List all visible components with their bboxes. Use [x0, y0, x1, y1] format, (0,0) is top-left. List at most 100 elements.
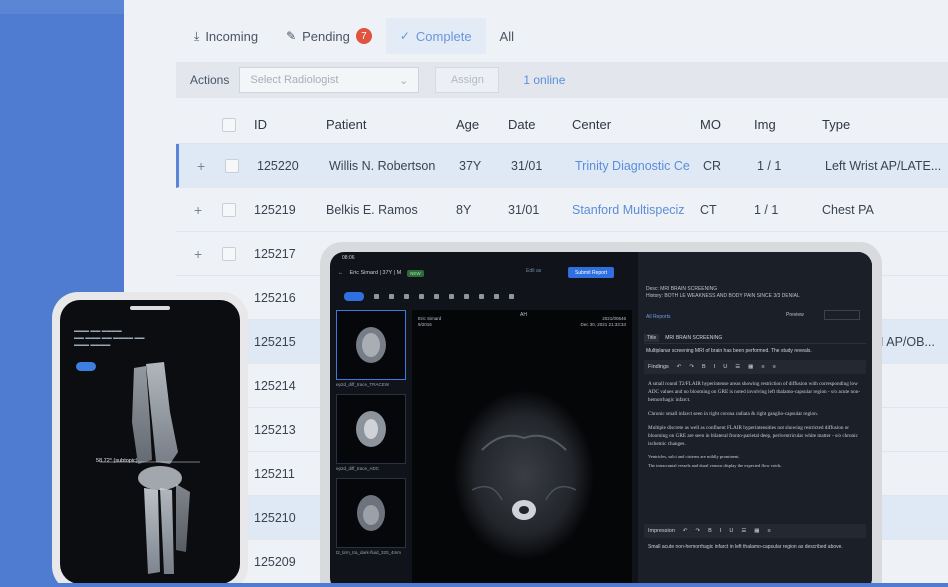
zoom-tool-icon[interactable]	[389, 293, 394, 299]
align-left-icon[interactable]: ≡	[761, 364, 764, 370]
row-checkbox[interactable]	[222, 246, 236, 261]
col-age[interactable]: Age	[456, 117, 479, 132]
row-patient: Belkis E. Ramos	[326, 202, 418, 217]
phone-notch	[130, 306, 170, 310]
impression-label: Impression	[648, 528, 675, 534]
col-type[interactable]: Type	[822, 117, 850, 132]
report-title-row: Title MRI BRAIN SCREENING	[644, 332, 866, 344]
assign-button[interactable]: Assign	[435, 67, 500, 93]
brain-thumbnail-image	[356, 327, 386, 363]
italic-icon[interactable]: I	[714, 364, 716, 370]
reset-tool-icon[interactable]	[479, 293, 484, 299]
online-count[interactable]: 1 online	[523, 73, 565, 87]
series-tool-icon[interactable]	[344, 291, 364, 301]
row-id: 125209	[254, 554, 296, 569]
row-center-link[interactable]: Stanford Multispeciz	[572, 203, 692, 217]
list-icon[interactable]: ☰	[735, 364, 740, 370]
title-value-input[interactable]: MRI BRAIN SCREENING	[665, 335, 722, 341]
pending-count-badge: 7	[355, 28, 372, 44]
row-id: 125216	[254, 290, 296, 305]
table-row[interactable]: + 125220 Willis N. Robertson 37Y 31/01 T…	[176, 144, 948, 188]
tab-complete[interactable]: ✓ Complete	[385, 18, 486, 54]
radiologist-select[interactable]: Select Radiologist ⌄	[239, 67, 420, 93]
title-label: Title	[644, 333, 660, 342]
tab-complete-label: Complete	[415, 28, 472, 44]
series-thumbnail[interactable]	[336, 478, 406, 548]
rotate-tool-icon[interactable]	[464, 293, 469, 299]
row-center-link[interactable]: Trinity Diagnostic Ce	[575, 159, 695, 173]
findings-paragraph: Ventricles, sulci and cisterns are mildl…	[648, 454, 740, 459]
grid-tool-icon[interactable]	[374, 293, 379, 299]
series-thumbnails: ep2d_diff_trace_TRACEW ep2d_diff_trace_A…	[336, 310, 408, 587]
actions-bar: Actions Select Radiologist ⌄ Assign 1 on…	[176, 62, 948, 98]
redo-icon[interactable]: ↷	[689, 364, 694, 370]
tab-pending[interactable]: ✎ Pending 7	[272, 18, 386, 54]
radiologist-select-placeholder: Select Radiologist	[250, 74, 339, 86]
table-icon[interactable]: ▦	[748, 364, 753, 370]
report-summary[interactable]: Multiplanar screening MRI of brain has b…	[646, 348, 864, 354]
row-checkbox[interactable]	[222, 202, 236, 217]
bold-icon[interactable]: B	[708, 528, 712, 534]
report-panel: Desc: MRI BRAIN SCREENING History: BOTH …	[638, 252, 872, 587]
select-all-checkbox[interactable]	[222, 117, 236, 132]
bold-icon[interactable]: B	[702, 364, 706, 370]
edit-link[interactable]: Edit as	[526, 268, 541, 274]
list-icon[interactable]: ☰	[741, 528, 746, 534]
contrast-tool-icon[interactable]	[404, 293, 409, 299]
row-id: 125215	[254, 334, 296, 349]
study-description: Desc: MRI BRAIN SCREENING	[646, 286, 718, 292]
row-img: 1 / 1	[757, 158, 782, 173]
col-img[interactable]: Img	[754, 117, 776, 132]
submit-report-button[interactable]: Submit Report	[568, 267, 614, 278]
expand-icon[interactable]: +	[194, 246, 202, 262]
impression-text[interactable]: Small acute non-hemorrhagic infarct in l…	[648, 544, 862, 551]
series-thumbnail[interactable]	[336, 310, 406, 380]
row-date: 31/01	[508, 202, 540, 217]
col-id[interactable]: ID	[254, 117, 267, 132]
col-date[interactable]: Date	[508, 117, 535, 132]
length-tool-icon[interactable]	[434, 293, 439, 299]
findings-label: Findings	[648, 364, 669, 370]
italic-icon[interactable]: I	[720, 528, 722, 534]
col-patient[interactable]: Patient	[326, 117, 366, 132]
invert-tool-icon[interactable]	[494, 293, 499, 299]
findings-paragraph: The intracranial vessels and dural venou…	[648, 463, 782, 468]
all-reports-link[interactable]: All Reports	[646, 314, 670, 320]
align-left-icon[interactable]: ≡	[767, 528, 770, 534]
undo-icon[interactable]: ↶	[677, 364, 682, 370]
row-checkbox[interactable]	[225, 158, 239, 173]
findings-text[interactable]: A small round T2/FLAIR hyperintense area…	[648, 380, 862, 475]
redo-icon[interactable]: ↷	[696, 528, 701, 534]
table-header: ID Patient Age Date Center MO Img Type	[176, 106, 948, 144]
undo-icon[interactable]: ↶	[683, 528, 688, 534]
expand-icon[interactable]: +	[194, 202, 202, 218]
tab-all[interactable]: All	[486, 18, 528, 54]
report-action-button[interactable]	[824, 310, 860, 320]
brain-mri-image	[454, 390, 594, 560]
tab-incoming[interactable]: ⤓ Incoming	[180, 18, 272, 54]
pan-tool-icon[interactable]	[419, 293, 424, 299]
col-mo[interactable]: MO	[700, 117, 721, 132]
series-caption: ep2d_diff_trace_ADC	[336, 466, 379, 471]
row-id: 125220	[257, 158, 299, 173]
expand-icon[interactable]: +	[197, 158, 205, 174]
align-center-icon[interactable]: ≡	[773, 364, 776, 370]
table-icon[interactable]: ▦	[754, 528, 759, 534]
phone-screen: ▬▬▬ ▬▬ ▬▬▬▬ ▬▬ ▬▬▬ ▬▬ ▬▬▬▬ ▬▬ ▬▬▬ ▬▬▬▬ 58.…	[60, 300, 240, 584]
preview-label[interactable]: Preview	[786, 312, 804, 318]
angle-tool-icon[interactable]	[449, 293, 454, 299]
underline-icon[interactable]: U	[723, 364, 727, 370]
underline-icon[interactable]: U	[729, 528, 733, 534]
row-age: 8Y	[456, 202, 472, 217]
image-viewer[interactable]: Eric Simard 9/2016 AH 2021/00646 Dec 30,…	[412, 310, 632, 587]
row-patient: Willis N. Robertson	[329, 158, 436, 173]
row-id: 125217	[254, 246, 296, 261]
table-row[interactable]: + 125219 Belkis E. Ramos 8Y 31/01 Stanfo…	[176, 188, 948, 232]
col-center[interactable]: Center	[572, 117, 692, 132]
series-thumbnail[interactable]	[336, 394, 406, 464]
row-id: 125213	[254, 422, 296, 437]
tab-all-label: All	[499, 28, 514, 44]
findings-paragraph: Chronic small infarct seen in right coro…	[648, 411, 818, 417]
cine-tool-icon[interactable]	[509, 293, 514, 299]
back-arrow-icon[interactable]: ←	[338, 270, 344, 276]
